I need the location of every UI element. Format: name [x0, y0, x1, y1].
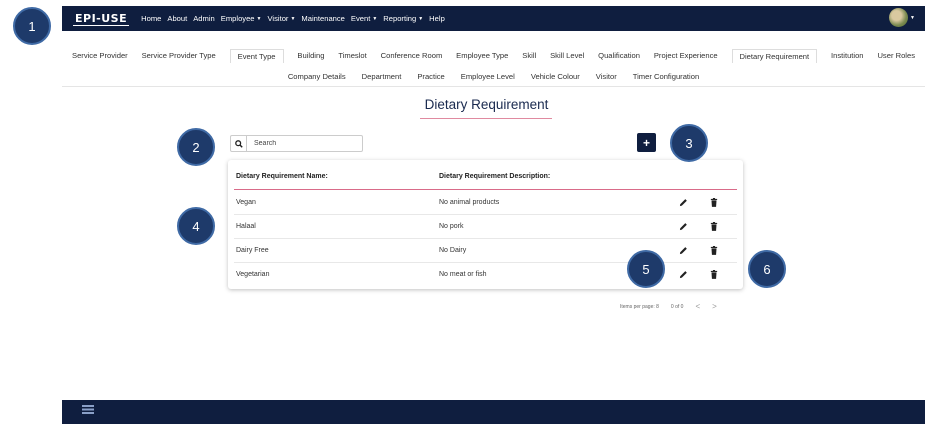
nav-item-label: Admin: [193, 14, 215, 23]
cell-name: Halaal: [236, 223, 256, 230]
callout-6: 6: [748, 250, 786, 288]
tab-conference-room[interactable]: Conference Room: [381, 49, 443, 63]
search-icon: [231, 136, 247, 151]
nav-item-about[interactable]: About: [167, 14, 187, 23]
cell-name: Vegan: [236, 199, 256, 206]
tab-employee-level[interactable]: Employee Level: [453, 70, 523, 83]
chevron-down-icon: ▼: [256, 16, 262, 22]
header-divider: [234, 189, 737, 190]
avatar[interactable]: [889, 8, 909, 27]
nav-item-label: Home: [141, 14, 162, 23]
cell-name: Vegetarian: [236, 271, 270, 278]
screenshot-stage: EPI-USE Home About Admin Employee ▼ Visitor ▼ M…: [0, 0, 925, 424]
tab-bar-row-2: Company Details Department Practice Employe…: [62, 70, 925, 83]
add-button[interactable]: +: [637, 133, 656, 152]
tab-event-type[interactable]: Event Type: [229, 49, 284, 63]
nav-item-reporting[interactable]: Reporting ▼: [383, 14, 423, 23]
title-underline: [420, 118, 552, 119]
tab-dietary-requirement[interactable]: Dietary Requirement: [731, 49, 818, 63]
tab-visitor[interactable]: Visitor: [588, 70, 625, 83]
chevron-down-icon: ▼: [418, 16, 424, 22]
nav-item-home[interactable]: Home: [141, 14, 161, 23]
tab-practice[interactable]: Practice: [409, 70, 452, 83]
cell-description: No pork: [439, 223, 464, 230]
cell-description: No meat or fish: [439, 271, 487, 278]
callout-3: 3: [670, 124, 708, 162]
epi-use-logo[interactable]: EPI-USE: [73, 12, 130, 26]
chevron-down-icon: ▼: [290, 16, 296, 22]
edit-icon[interactable]: [677, 268, 689, 280]
nav-item-label: Reporting: [383, 14, 417, 23]
tab-skill[interactable]: Skill: [522, 49, 536, 63]
tab-divider: [62, 86, 925, 87]
items-per-page-label[interactable]: Items per page: 8: [620, 304, 659, 310]
callout-4: 4: [177, 207, 215, 245]
dietary-requirement-table: Dietary Requirement Name: Dietary Requir…: [228, 160, 743, 289]
nav-menu: Home About Admin Employee ▼ Visitor ▼ Maintenan…: [141, 14, 451, 23]
footer: [62, 400, 925, 424]
tab-institution[interactable]: Institution: [831, 49, 864, 63]
delete-icon[interactable]: [708, 244, 720, 256]
next-page-button[interactable]: >: [712, 302, 717, 311]
callout-5: 5: [627, 250, 665, 288]
edit-icon[interactable]: [677, 220, 689, 232]
table-row: Halaal No pork: [234, 215, 737, 239]
tab-department[interactable]: Department: [354, 70, 410, 83]
top-navbar: EPI-USE Home About Admin Employee ▼ Visitor ▼ M…: [62, 6, 925, 31]
page-title: Dietary Requirement: [424, 97, 549, 112]
callout-1: 1: [13, 7, 51, 45]
nav-item-employee[interactable]: Employee ▼: [221, 14, 262, 23]
edit-icon[interactable]: [677, 196, 689, 208]
search-box[interactable]: [230, 135, 363, 152]
nav-item-visitor[interactable]: Visitor ▼: [268, 14, 296, 23]
footer-logo-icon: [82, 405, 94, 414]
column-header-name: Dietary Requirement Name:: [236, 173, 328, 180]
chevron-down-icon: ▼: [910, 14, 915, 21]
tab-building[interactable]: Building: [297, 49, 324, 63]
nav-item-label: About: [167, 14, 188, 23]
delete-icon[interactable]: [708, 220, 720, 232]
column-header-description: Dietary Requirement Description:: [439, 173, 551, 180]
nav-item-maintenance[interactable]: Maintenance: [301, 14, 344, 23]
delete-icon[interactable]: [708, 268, 720, 280]
tab-qualification[interactable]: Qualification: [598, 49, 640, 63]
nav-item-label: Visitor: [267, 14, 289, 23]
tab-employee-type[interactable]: Employee Type: [456, 49, 508, 63]
tab-company-details[interactable]: Company Details: [280, 70, 354, 83]
chevron-down-icon: ▼: [372, 16, 378, 22]
tab-service-provider[interactable]: Service Provider: [72, 49, 128, 63]
nav-item-help[interactable]: Help: [429, 14, 445, 23]
nav-item-event[interactable]: Event ▼: [351, 14, 377, 23]
nav-item-label: Event: [350, 14, 371, 23]
cell-name: Dairy Free: [236, 247, 269, 254]
previous-page-button[interactable]: <: [695, 302, 700, 311]
page-range: 0 of 0: [670, 303, 684, 310]
cell-description: No Dairy: [439, 247, 467, 254]
tab-user-roles[interactable]: User Roles: [877, 49, 915, 63]
search-input[interactable]: [247, 140, 359, 147]
tab-vehicle-colour[interactable]: Vehicle Colour: [523, 70, 588, 83]
tab-skill-level[interactable]: Skill Level: [550, 49, 584, 63]
tab-bar-row-1: Service Provider Service Provider Type Eve…: [62, 49, 925, 63]
tab-timeslot[interactable]: Timeslot: [338, 49, 366, 63]
table-row: Vegan No animal products: [234, 191, 737, 215]
nav-item-label: Help: [429, 14, 445, 23]
tab-project-experience[interactable]: Project Experience: [654, 49, 718, 63]
tab-service-provider-type[interactable]: Service Provider Type: [142, 49, 216, 63]
nav-item-label: Maintenance: [301, 14, 345, 23]
callout-2: 2: [177, 128, 215, 166]
user-menu[interactable]: ▼: [889, 8, 915, 27]
table-header: Dietary Requirement Name: Dietary Requir…: [236, 171, 736, 191]
nav-item-label: Employee: [220, 14, 255, 23]
tab-timer-configuration[interactable]: Timer Configuration: [625, 70, 707, 83]
edit-icon[interactable]: [677, 244, 689, 256]
paginator: Items per page: 8 0 of 0 < >: [620, 302, 729, 311]
delete-icon[interactable]: [708, 196, 720, 208]
nav-item-admin[interactable]: Admin: [193, 14, 215, 23]
cell-description: No animal products: [439, 199, 500, 206]
